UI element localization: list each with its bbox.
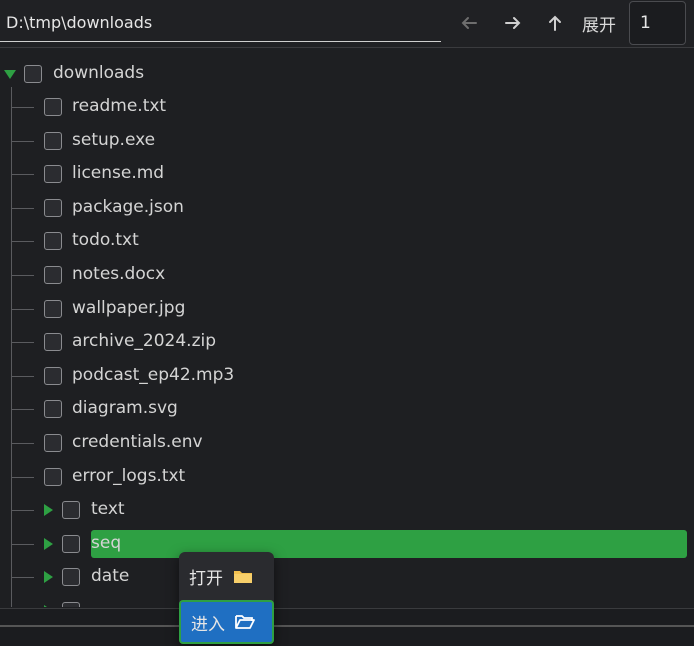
tree-row-folder[interactable]: text xyxy=(0,494,694,527)
tree-row-file[interactable]: package.json xyxy=(0,192,694,225)
status-bar xyxy=(0,608,694,646)
checkbox[interactable] xyxy=(44,165,62,183)
checkbox[interactable] xyxy=(62,602,80,607)
menu-item-open[interactable]: 打开 xyxy=(179,554,274,598)
menu-label: 进入 xyxy=(191,614,225,635)
tree-row-folder-selected[interactable]: seq xyxy=(0,528,694,561)
folder-icon xyxy=(234,571,252,583)
tree-row-file[interactable]: setup.exe xyxy=(0,125,694,158)
checkbox[interactable] xyxy=(44,98,62,116)
expand-depth-input[interactable] xyxy=(629,1,686,45)
tree-label: archive_2024.zip xyxy=(72,331,217,351)
tree-label: diagram.svg xyxy=(72,398,178,418)
checkbox[interactable] xyxy=(44,132,62,150)
caret-right-icon[interactable] xyxy=(44,571,53,583)
back-button[interactable] xyxy=(454,8,484,38)
arrow-left-icon xyxy=(461,17,477,29)
tree-row-folder-partial[interactable] xyxy=(0,595,694,607)
tree-label: readme.txt xyxy=(72,96,167,116)
tree-row-file[interactable]: readme.txt xyxy=(0,91,694,124)
tree-label: notes.docx xyxy=(72,264,166,284)
tree-label: seq xyxy=(91,533,122,553)
checkbox[interactable] xyxy=(62,501,80,519)
tree-row-file[interactable]: wallpaper.jpg xyxy=(0,293,694,326)
checkbox[interactable] xyxy=(44,232,62,250)
tree-row-root[interactable]: downloads xyxy=(0,58,694,91)
tree-label: todo.txt xyxy=(72,230,139,250)
tree-row-file[interactable]: podcast_ep42.mp3 xyxy=(0,360,694,393)
tree-label: text xyxy=(91,499,125,519)
scroll-track[interactable] xyxy=(0,625,694,627)
tree-label: credentials.env xyxy=(72,432,203,452)
tree-label: downloads xyxy=(53,63,145,83)
tree-row-folder[interactable]: date xyxy=(0,561,694,594)
arrow-right-icon xyxy=(505,17,521,29)
checkbox[interactable] xyxy=(44,434,62,452)
tree-row-file[interactable]: license.md xyxy=(0,158,694,191)
tree-row-file[interactable]: todo.txt xyxy=(0,225,694,258)
tree-label: wallpaper.jpg xyxy=(72,298,186,318)
checkbox[interactable] xyxy=(44,333,62,351)
checkbox[interactable] xyxy=(44,367,62,385)
menu-item-enter[interactable]: 进入 xyxy=(179,600,274,644)
forward-button[interactable] xyxy=(498,8,528,38)
checkbox[interactable] xyxy=(44,300,62,318)
tree-row-file[interactable]: archive_2024.zip xyxy=(0,326,694,359)
tree-label: setup.exe xyxy=(72,130,156,150)
path-input[interactable] xyxy=(0,4,441,42)
up-button[interactable] xyxy=(540,8,570,38)
tree-label: podcast_ep42.mp3 xyxy=(72,365,235,385)
tree-row-file[interactable]: notes.docx xyxy=(0,259,694,292)
arrow-up-icon xyxy=(549,15,561,31)
checkbox[interactable] xyxy=(44,468,62,486)
tree-row-file[interactable]: diagram.svg xyxy=(0,393,694,426)
tree-row-file[interactable]: credentials.env xyxy=(0,427,694,460)
toolbar: 展开 xyxy=(0,0,694,48)
checkbox[interactable] xyxy=(44,199,62,217)
caret-down-icon[interactable] xyxy=(4,70,16,79)
checkbox[interactable] xyxy=(44,266,62,284)
checkbox[interactable] xyxy=(62,535,80,553)
caret-right-icon[interactable] xyxy=(44,538,53,550)
checkbox[interactable] xyxy=(44,400,62,418)
tree-label: error_logs.txt xyxy=(72,466,186,486)
tree-row-file[interactable]: error_logs.txt xyxy=(0,461,694,494)
tree-label: license.md xyxy=(72,163,165,183)
tree-label: package.json xyxy=(72,197,184,217)
file-tree: downloads readme.txt setup.exe license.m… xyxy=(0,51,694,607)
checkbox[interactable] xyxy=(24,65,42,83)
checkbox[interactable] xyxy=(62,568,80,586)
caret-right-icon[interactable] xyxy=(44,605,53,607)
tree-label: date xyxy=(91,566,130,586)
menu-label: 打开 xyxy=(189,568,223,589)
expand-label: 展开 xyxy=(582,16,616,36)
caret-right-icon[interactable] xyxy=(44,504,53,516)
folder-open-icon xyxy=(235,615,255,629)
context-menu: 打开 进入 xyxy=(179,552,274,644)
